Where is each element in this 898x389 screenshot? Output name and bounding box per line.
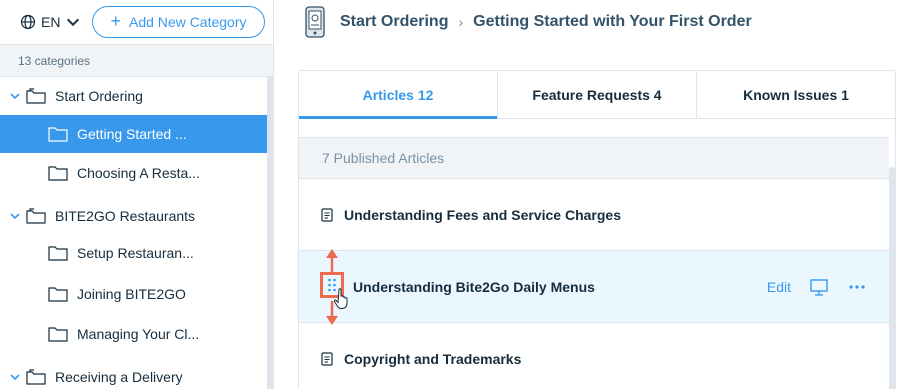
folder-icon: [26, 88, 46, 104]
folder-icon: [48, 166, 68, 181]
tree-article[interactable]: Joining BITE2GO: [0, 275, 267, 313]
language-selector[interactable]: EN: [20, 14, 82, 30]
articles-panel: Articles 12 Feature Requests 4 Known Iss…: [298, 70, 896, 389]
tree-category[interactable]: Receiving a Delivery: [0, 358, 267, 389]
document-icon: [321, 207, 333, 222]
sidebar-scrollbar[interactable]: [267, 77, 273, 389]
folder-icon: [26, 208, 46, 224]
hand-cursor-icon: [334, 288, 348, 309]
add-category-button[interactable]: + Add New Category: [92, 6, 265, 38]
tree-article-label: Getting Started ...: [77, 126, 187, 142]
breadcrumb-parent[interactable]: Start Ordering: [340, 13, 448, 31]
article-actions: Edit: [767, 251, 867, 323]
published-articles-header: 7 Published Articles: [299, 137, 889, 179]
article-title[interactable]: Understanding Fees and Service Charges: [344, 207, 621, 223]
tab-known-issues[interactable]: Known Issues 1: [697, 71, 895, 118]
breadcrumb-current: Getting Started with Your First Order: [473, 13, 752, 30]
panel-scrollbar[interactable]: [889, 167, 895, 389]
add-category-label: Add New Category: [129, 14, 247, 30]
folder-icon: [48, 127, 68, 142]
sidebar: EN + Add New Category 13 categories Star…: [0, 0, 274, 389]
article-list: 7 Published Articles Understanding Fees …: [299, 137, 889, 389]
folder-icon: [26, 369, 46, 385]
presentation-icon[interactable]: [809, 277, 829, 297]
page-header: Start Ordering › Getting Started with Yo…: [274, 0, 898, 44]
category-count: 13 categories: [0, 44, 273, 77]
drag-handle-overlay[interactable]: [318, 248, 348, 326]
tab-feature-requests[interactable]: Feature Requests 4: [498, 71, 697, 118]
tree-article[interactable]: Getting Started ...: [0, 115, 267, 153]
tree-category-label: Start Ordering: [55, 88, 143, 104]
tree-article-label: Setup Restauran...: [77, 245, 194, 261]
article-row[interactable]: Understanding Bite2Go Daily Menus Edit: [299, 251, 889, 323]
globe-icon: [20, 14, 36, 30]
category-icon: [305, 6, 325, 38]
chevron-down-icon[interactable]: [8, 370, 22, 384]
tree-article-label: Joining BITE2GO: [77, 286, 186, 302]
article-row[interactable]: Copyright and Trademarks: [299, 323, 889, 389]
folder-icon: [48, 327, 68, 342]
chevron-down-icon[interactable]: [8, 209, 22, 223]
tree-article[interactable]: Managing Your Cl...: [0, 315, 267, 353]
folder-icon: [48, 246, 68, 261]
document-icon: [321, 351, 333, 366]
tree-category-label: BITE2GO Restaurants: [55, 208, 196, 224]
language-label: EN: [41, 14, 61, 30]
tab-bar: Articles 12 Feature Requests 4 Known Iss…: [299, 71, 895, 119]
edit-button[interactable]: Edit: [767, 279, 791, 295]
tree-category[interactable]: Start Ordering: [0, 77, 267, 115]
article-title[interactable]: Understanding Bite2Go Daily Menus: [353, 279, 595, 295]
tree-category-label: Receiving a Delivery: [55, 369, 183, 385]
breadcrumb-separator: ›: [458, 14, 464, 30]
plus-icon: +: [110, 11, 121, 31]
more-icon[interactable]: [847, 277, 867, 297]
folder-icon: [48, 287, 68, 302]
tree-article-label: Managing Your Cl...: [77, 326, 200, 342]
sidebar-toolbar: EN + Add New Category: [0, 0, 273, 44]
tree-category[interactable]: BITE2GO Restaurants: [0, 197, 267, 235]
article-title[interactable]: Copyright and Trademarks: [344, 351, 521, 367]
tree-article[interactable]: Choosing A Resta...: [0, 154, 267, 192]
tab-articles[interactable]: Articles 12: [299, 71, 498, 119]
tree-article[interactable]: Setup Restauran...: [0, 234, 267, 272]
article-row[interactable]: Understanding Fees and Service Charges: [299, 179, 889, 251]
chevron-down-icon[interactable]: [8, 89, 22, 103]
chevron-down-icon: [67, 18, 80, 27]
tree-article-label: Choosing A Resta...: [77, 165, 200, 181]
